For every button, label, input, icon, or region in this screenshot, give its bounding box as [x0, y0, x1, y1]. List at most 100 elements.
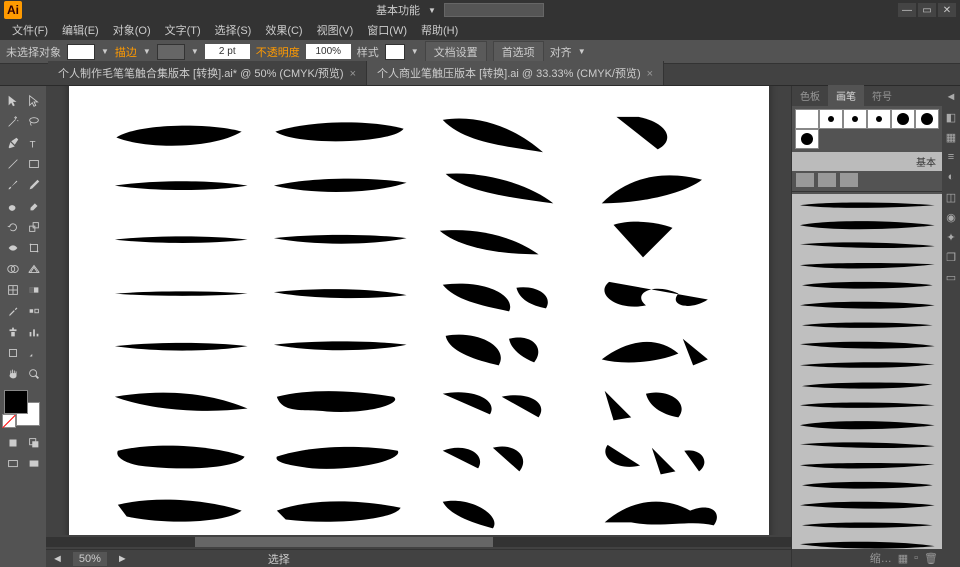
brush-preset-3[interactable]: [843, 109, 867, 129]
tab-document-1[interactable]: 个人制作毛笔笔触合集版本 [转换].ai* @ 50% (CMYK/预览)×: [48, 61, 367, 85]
panel-tab-brushes[interactable]: 画笔: [828, 85, 864, 106]
paintbrush-tool[interactable]: [2, 174, 23, 195]
artboard-tool[interactable]: [2, 342, 23, 363]
blend-tool[interactable]: [23, 300, 44, 321]
artboard-nav-next[interactable]: ►: [117, 553, 128, 565]
brush-list-item-3[interactable]: [794, 236, 940, 254]
pen-tool[interactable]: [2, 132, 23, 153]
menu-type[interactable]: 文字(T): [159, 20, 207, 40]
zoom-level[interactable]: 50%: [73, 552, 107, 566]
menu-effect[interactable]: 效果(C): [259, 20, 308, 40]
brush-list-item-1[interactable]: [794, 196, 940, 214]
dock-gradient-icon[interactable]: ◐: [943, 168, 959, 186]
tab-document-2[interactable]: 个人商业笔触压版本 [转换].ai @ 33.33% (CMYK/预览)×: [367, 61, 664, 85]
maximize-button[interactable]: ▭: [918, 3, 936, 17]
pencil-tool[interactable]: [23, 174, 44, 195]
eraser-tool[interactable]: [23, 195, 44, 216]
dock-artboards-icon[interactable]: ▭: [943, 268, 959, 286]
drawing-mode-normal[interactable]: [2, 432, 23, 453]
magic-wand-tool[interactable]: [2, 111, 23, 132]
brush-opt-1[interactable]: [796, 173, 814, 187]
menu-file[interactable]: 文件(F): [6, 20, 54, 40]
brush-list-item-10[interactable]: [794, 376, 940, 394]
opacity-input[interactable]: [306, 44, 351, 59]
brush-preset-7[interactable]: [795, 129, 819, 149]
rectangle-tool[interactable]: [23, 153, 44, 174]
brush-list-item-17[interactable]: [794, 516, 940, 534]
rotate-tool[interactable]: [2, 216, 23, 237]
zoom-tool[interactable]: [23, 363, 44, 384]
brush-list-item-7[interactable]: [794, 316, 940, 334]
brush-preset-4[interactable]: [867, 109, 891, 129]
lasso-tool[interactable]: [23, 111, 44, 132]
brush-list-item-14[interactable]: [794, 456, 940, 474]
blob-brush-tool[interactable]: [2, 195, 23, 216]
width-tool[interactable]: [2, 237, 23, 258]
menu-object[interactable]: 对象(O): [107, 20, 157, 40]
dock-graphic-styles-icon[interactable]: ✦: [943, 228, 959, 246]
brush-library-icon[interactable]: ▦: [898, 552, 908, 565]
screen-mode[interactable]: [2, 453, 23, 474]
brush-list-item-16[interactable]: [794, 496, 940, 514]
shape-builder-tool[interactable]: [2, 258, 23, 279]
stroke-weight-input[interactable]: [205, 44, 250, 59]
type-tool[interactable]: T: [23, 132, 44, 153]
workspace-dropdown[interactable]: 基本功能: [376, 2, 420, 18]
brush-opt-3[interactable]: [840, 173, 858, 187]
brush-list-item-18[interactable]: [794, 536, 940, 549]
stroke-swatch[interactable]: [157, 44, 185, 60]
symbol-sprayer-tool[interactable]: [2, 321, 23, 342]
panel-tab-swatches[interactable]: 色板: [792, 85, 828, 106]
brush-list-item-6[interactable]: [794, 296, 940, 314]
perspective-grid-tool[interactable]: [23, 258, 44, 279]
panel-tab-symbols[interactable]: 符号: [864, 85, 900, 106]
brush-preset-5[interactable]: [891, 109, 915, 129]
dock-color-icon[interactable]: ◧: [943, 108, 959, 126]
menu-help[interactable]: 帮助(H): [415, 20, 464, 40]
slice-tool[interactable]: [23, 342, 44, 363]
artboard[interactable]: [69, 86, 769, 535]
brush-preset-2[interactable]: [819, 109, 843, 129]
gradient-tool[interactable]: [23, 279, 44, 300]
dock-appearance-icon[interactable]: ◉: [943, 208, 959, 226]
mesh-tool[interactable]: [2, 279, 23, 300]
selection-tool[interactable]: [2, 90, 23, 111]
document-setup-button[interactable]: 文档设置: [425, 41, 487, 63]
brush-list-item-12[interactable]: [794, 416, 940, 434]
brush-list-item-4[interactable]: [794, 256, 940, 274]
fill-color[interactable]: [4, 390, 28, 414]
menu-edit[interactable]: 编辑(E): [56, 20, 105, 40]
drawing-mode-behind[interactable]: [23, 432, 44, 453]
dock-expand-icon[interactable]: ◄: [943, 88, 959, 106]
eyedropper-tool[interactable]: [2, 300, 23, 321]
fill-swatch[interactable]: [67, 44, 95, 60]
none-color[interactable]: [2, 414, 16, 428]
brush-list-item-9[interactable]: [794, 356, 940, 374]
brush-list-item-8[interactable]: [794, 336, 940, 354]
dock-swatches-icon[interactable]: ▦: [943, 128, 959, 146]
change-screen-mode[interactable]: [23, 453, 44, 474]
brush-list-item-13[interactable]: [794, 436, 940, 454]
close-button[interactable]: ✕: [938, 3, 956, 17]
hand-tool[interactable]: [2, 363, 23, 384]
dock-stroke-icon[interactable]: ≡: [943, 148, 959, 166]
dock-transparency-icon[interactable]: ◫: [943, 188, 959, 206]
brush-list-item-15[interactable]: [794, 476, 940, 494]
column-graph-tool[interactable]: [23, 321, 44, 342]
horizontal-scrollbar[interactable]: [46, 535, 791, 549]
style-swatch[interactable]: [385, 44, 405, 60]
scale-tool[interactable]: [23, 216, 44, 237]
brush-list[interactable]: [792, 194, 942, 549]
brush-list-item-2[interactable]: [794, 216, 940, 234]
artboard-nav-prev[interactable]: ◄: [52, 553, 63, 565]
new-brush-icon[interactable]: ▫: [914, 552, 918, 564]
dock-layers-icon[interactable]: ❐: [943, 248, 959, 266]
menu-select[interactable]: 选择(S): [209, 20, 258, 40]
preferences-button[interactable]: 首选项: [493, 41, 544, 63]
brush-opt-2[interactable]: [818, 173, 836, 187]
direct-selection-tool[interactable]: [23, 90, 44, 111]
brush-preset-1[interactable]: [795, 109, 819, 129]
search-input[interactable]: [444, 3, 544, 17]
menu-window[interactable]: 窗口(W): [361, 20, 413, 40]
minimize-button[interactable]: —: [898, 3, 916, 17]
